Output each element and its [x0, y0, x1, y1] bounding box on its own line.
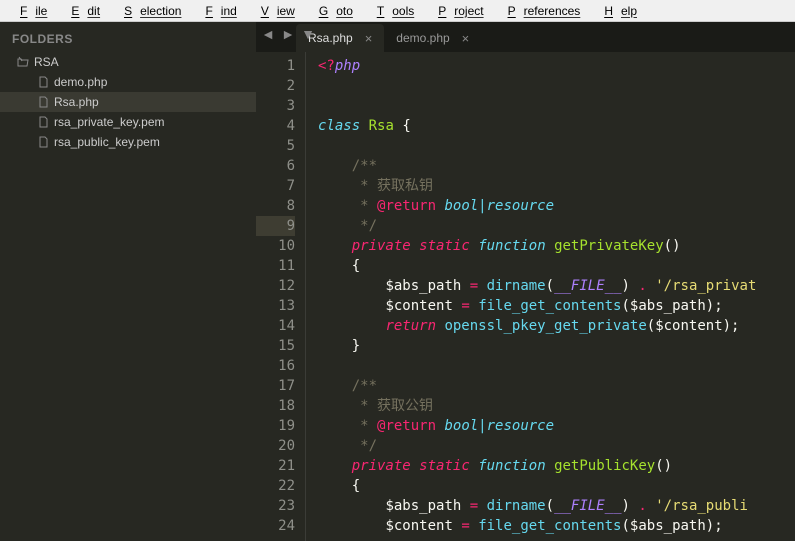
code-content[interactable]: <?php class Rsa { /** * 获取私钥 * @return bo…: [306, 52, 795, 541]
menu-file[interactable]: File: [4, 2, 55, 20]
code-line[interactable]: */: [318, 216, 795, 236]
code-line[interactable]: /**: [318, 376, 795, 396]
line-number: 12: [256, 276, 295, 296]
line-gutter: 123456789101112131415161718192021222324: [256, 52, 306, 541]
code-line[interactable]: private static function getPrivateKey(): [318, 236, 795, 256]
line-number: 8: [256, 196, 295, 216]
line-number: 1: [256, 56, 295, 76]
menu-find[interactable]: Find: [189, 2, 244, 20]
code-line[interactable]: return openssl_pkey_get_private($content…: [318, 316, 795, 336]
line-number: 17: [256, 376, 295, 396]
file-icon: [36, 115, 50, 129]
line-number: 22: [256, 476, 295, 496]
line-number: 14: [256, 316, 295, 336]
code-line[interactable]: $abs_path = dirname(__FILE__) . '/rsa_pr…: [318, 276, 795, 296]
file-item[interactable]: rsa_public_key.pem: [0, 132, 256, 152]
file-item[interactable]: rsa_private_key.pem: [0, 112, 256, 132]
line-number: 23: [256, 496, 295, 516]
line-number: 15: [256, 336, 295, 356]
code-line[interactable]: class Rsa {: [318, 116, 795, 136]
file-item[interactable]: Rsa.php: [0, 92, 256, 112]
nav-forward-icon[interactable]: ►: [280, 26, 296, 42]
tab-label: demo.php: [396, 31, 449, 45]
file-label: rsa_public_key.pem: [54, 135, 160, 149]
menu-project[interactable]: Project: [422, 2, 491, 20]
close-icon[interactable]: ×: [365, 31, 373, 46]
code-line[interactable]: [318, 76, 795, 96]
menu-goto[interactable]: Goto: [303, 2, 361, 20]
nav-dropdown-icon[interactable]: ▼: [300, 26, 316, 42]
line-number: 19: [256, 416, 295, 436]
code-line[interactable]: * 获取公钥: [318, 396, 795, 416]
file-label: demo.php: [54, 75, 107, 89]
line-number: 9: [256, 216, 295, 236]
nav-back-icon[interactable]: ◄: [260, 26, 276, 42]
menu-tools[interactable]: Tools: [361, 2, 422, 20]
file-icon: [36, 75, 50, 89]
editor-area: ◄ ► ▼ Rsa.php×demo.php× 1234567891011121…: [256, 22, 795, 541]
code-line[interactable]: }: [318, 336, 795, 356]
main-container: FOLDERS RSA demo.php Rsa.php rsa_private_k…: [0, 22, 795, 541]
code-line[interactable]: {: [318, 256, 795, 276]
code-line[interactable]: private static function getPublicKey(): [318, 456, 795, 476]
menu-preferences[interactable]: Preferences: [492, 2, 589, 20]
code-line[interactable]: * @return bool|resource: [318, 196, 795, 216]
code-line[interactable]: [318, 356, 795, 376]
tab-demo-php[interactable]: demo.php ×: [384, 24, 481, 52]
file-item[interactable]: demo.php: [0, 72, 256, 92]
code-line[interactable]: <?php: [318, 56, 795, 76]
code-line[interactable]: {: [318, 476, 795, 496]
folder-root[interactable]: RSA: [0, 52, 256, 72]
line-number: 10: [256, 236, 295, 256]
line-number: 16: [256, 356, 295, 376]
folder-label: RSA: [34, 55, 59, 69]
close-icon[interactable]: ×: [462, 31, 470, 46]
folder-open-icon: [16, 55, 30, 69]
menu-view[interactable]: View: [245, 2, 303, 20]
code-line[interactable]: * @return bool|resource: [318, 416, 795, 436]
file-icon: [36, 135, 50, 149]
line-number: 7: [256, 176, 295, 196]
line-number: 5: [256, 136, 295, 156]
menu-selection[interactable]: Selection: [108, 2, 189, 20]
code-line[interactable]: $abs_path = dirname(__FILE__) . '/rsa_pu…: [318, 496, 795, 516]
line-number: 24: [256, 516, 295, 536]
file-label: rsa_private_key.pem: [54, 115, 165, 129]
code-line[interactable]: */: [318, 436, 795, 456]
code-line[interactable]: $content = file_get_contents($abs_path);: [318, 516, 795, 536]
line-number: 4: [256, 116, 295, 136]
code-line[interactable]: [318, 96, 795, 116]
sidebar-title: FOLDERS: [0, 22, 256, 52]
menu-edit[interactable]: Edit: [55, 2, 108, 20]
nav-arrows: ◄ ► ▼: [260, 26, 316, 42]
file-label: Rsa.php: [54, 95, 99, 109]
line-number: 21: [256, 456, 295, 476]
code-editor[interactable]: 123456789101112131415161718192021222324 …: [256, 52, 795, 541]
code-line[interactable]: [318, 136, 795, 156]
line-number: 20: [256, 436, 295, 456]
line-number: 2: [256, 76, 295, 96]
line-number: 18: [256, 396, 295, 416]
code-line[interactable]: /**: [318, 156, 795, 176]
sidebar: FOLDERS RSA demo.php Rsa.php rsa_private_k…: [0, 22, 256, 541]
tab-bar: ◄ ► ▼ Rsa.php×demo.php×: [256, 22, 795, 52]
menu-help[interactable]: Help: [588, 2, 645, 20]
menubar: FileEditSelectionFindViewGotoToolsProjec…: [0, 0, 795, 22]
file-icon: [36, 95, 50, 109]
code-line[interactable]: * 获取私钥: [318, 176, 795, 196]
line-number: 13: [256, 296, 295, 316]
line-number: 11: [256, 256, 295, 276]
line-number: 3: [256, 96, 295, 116]
line-number: 6: [256, 156, 295, 176]
code-line[interactable]: $content = file_get_contents($abs_path);: [318, 296, 795, 316]
